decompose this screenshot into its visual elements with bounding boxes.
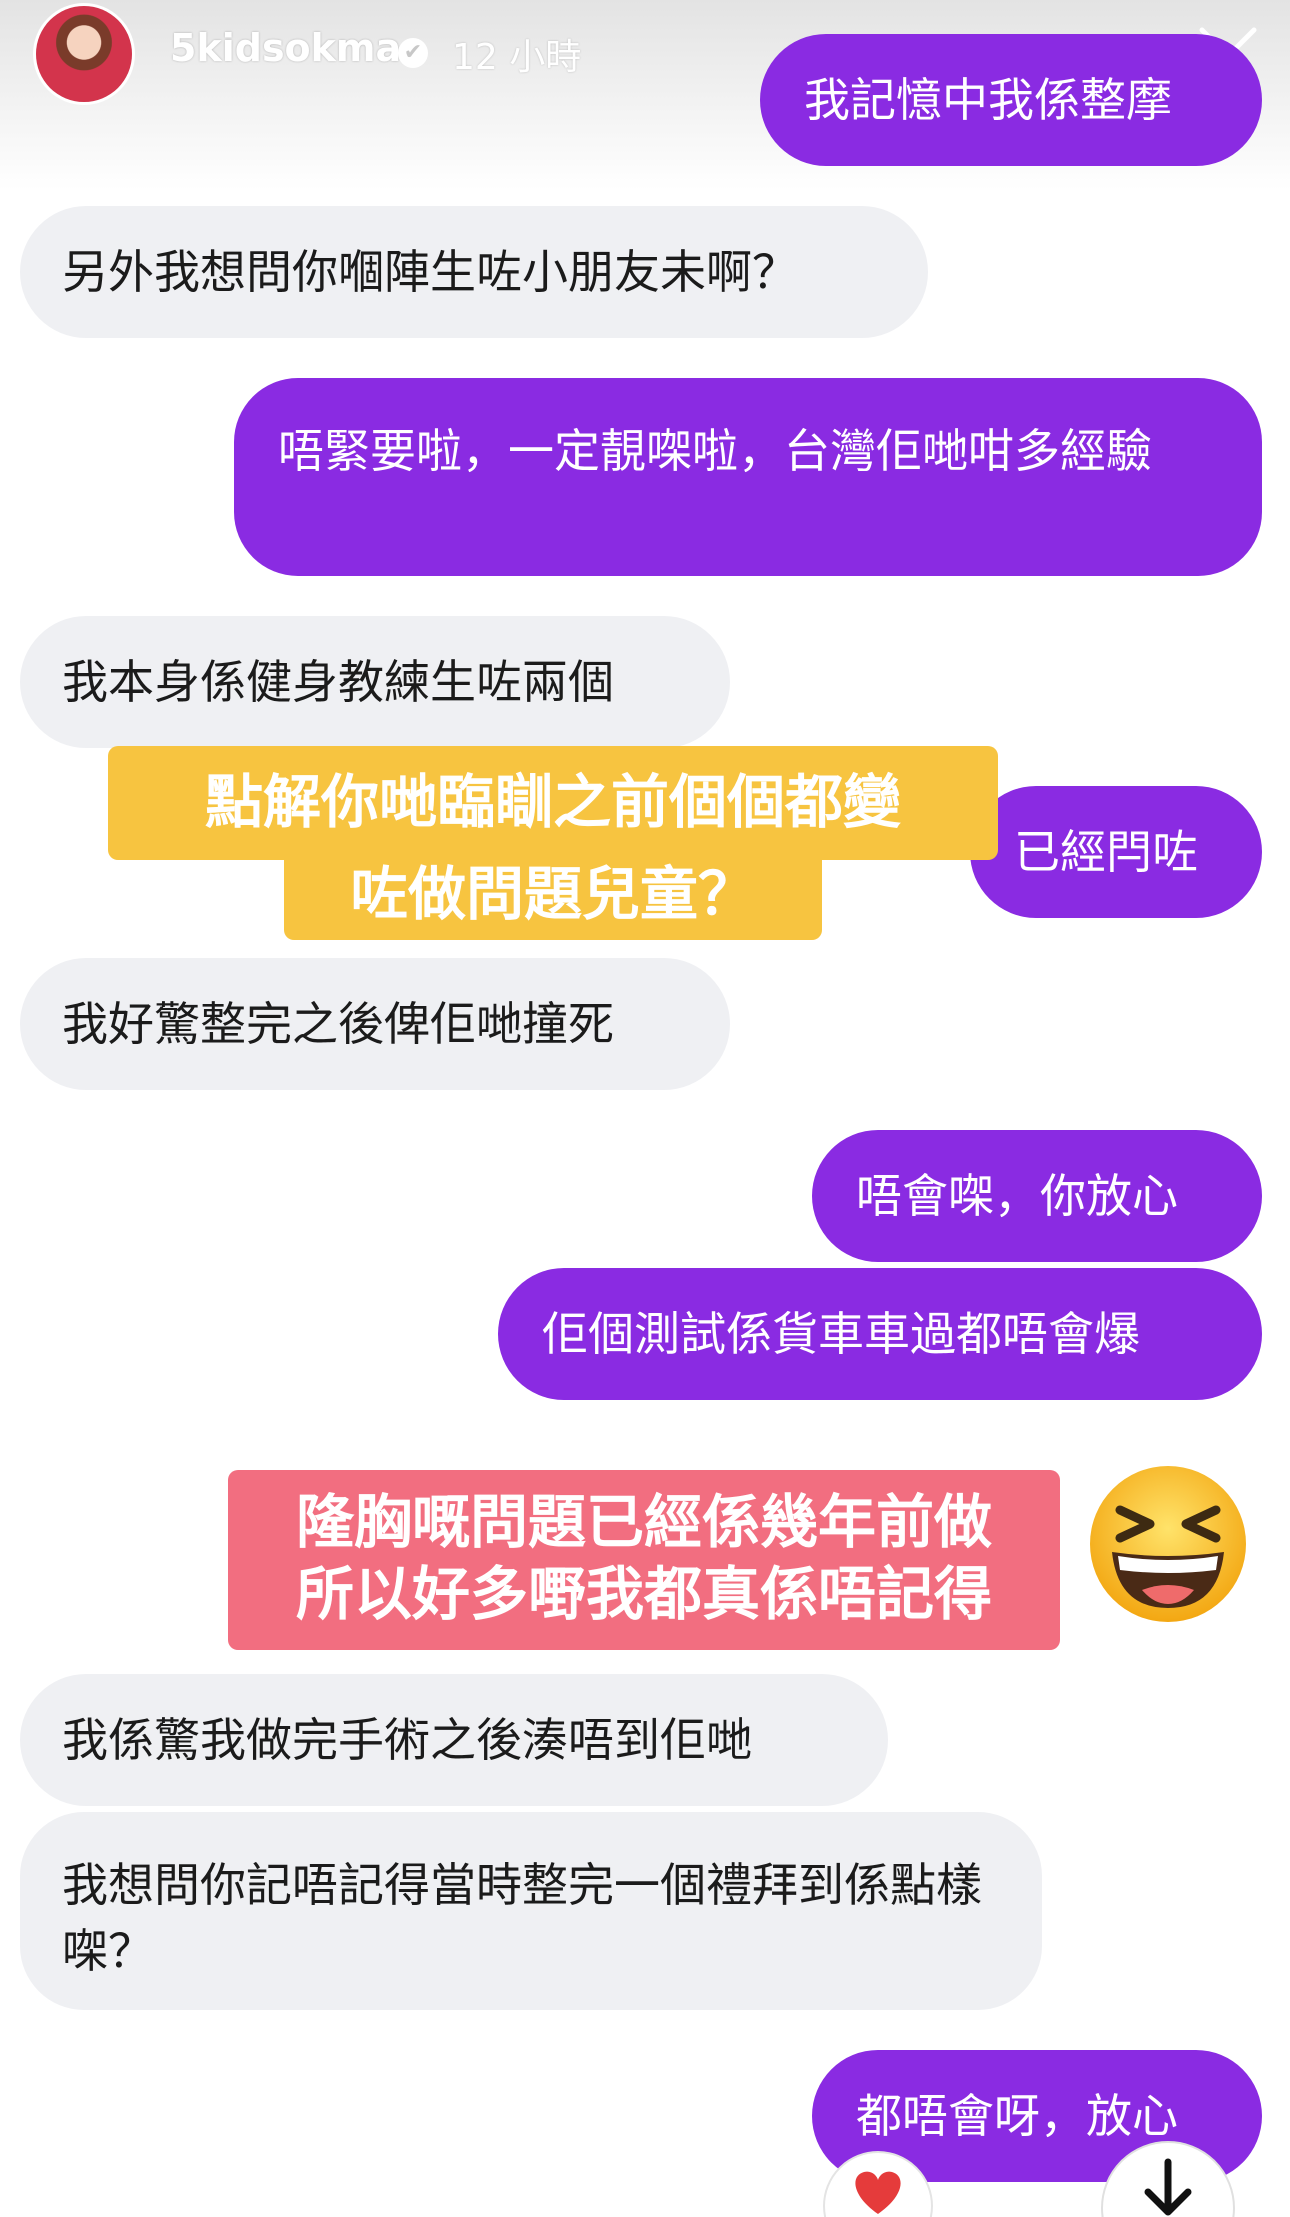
message-text: 我想問你記唔記得當時整完一個禮拜到係點樣㗎？ bbox=[62, 1858, 982, 1978]
message-text: 已經閂咗 bbox=[1014, 825, 1198, 879]
caption-sticker-yellow-line2: 咗做問題兒童？ bbox=[284, 858, 822, 940]
sticker-text-line1: 點解你哋臨瞓之前個個都變 bbox=[204, 768, 901, 836]
message-text: 我記憶中我係整摩 bbox=[804, 73, 1172, 127]
chat-bubble-outgoing: 我記憶中我係整摩 bbox=[760, 34, 1262, 166]
timestamp: 12 小時 bbox=[452, 37, 582, 78]
chat-bubble-incoming: 另外我想問你嗰陣生咗小朋友未啊？ bbox=[20, 206, 928, 338]
chat-bubble-outgoing: 已經閂咗 bbox=[970, 786, 1262, 918]
message-text: 我係驚我做完手術之後湊唔到佢哋 bbox=[62, 1713, 752, 1767]
heart-icon[interactable] bbox=[822, 2150, 934, 2217]
chat-bubble-incoming: 我係驚我做完手術之後湊唔到佢哋 bbox=[20, 1674, 888, 1806]
message-text: 佢個測試係貨車車過都唔會爆 bbox=[542, 1307, 1140, 1361]
message-text: 我好驚整完之後俾佢哋撞死 bbox=[62, 997, 614, 1051]
message-text: 唔緊要啦，一定靚㗎啦，台灣佢哋咁多經驗 bbox=[278, 424, 1152, 478]
sticker-text-line1: 隆胸嘅問題已經係幾年前做 bbox=[295, 1488, 992, 1556]
message-text: 我本身係健身教練生咗兩個 bbox=[62, 655, 614, 709]
message-text: 唔會㗎，你放心 bbox=[856, 1169, 1178, 1223]
grinning-squinting-face-icon bbox=[1090, 1466, 1246, 1622]
chat-bubble-outgoing: 佢個測試係貨車車過都唔會爆 bbox=[498, 1268, 1262, 1400]
chat-bubble-outgoing: 唔緊要啦，一定靚㗎啦，台灣佢哋咁多經驗 bbox=[234, 378, 1262, 576]
username[interactable]: 5kidsokma bbox=[170, 26, 401, 70]
avatar[interactable] bbox=[36, 6, 132, 102]
verified-badge-icon: ✔ bbox=[398, 38, 428, 68]
arrow-down-icon[interactable] bbox=[1100, 2140, 1236, 2217]
chat-bubble-incoming: 我好驚整完之後俾佢哋撞死 bbox=[20, 958, 730, 1090]
sticker-text-line2: 咗做問題兒童？ bbox=[349, 860, 756, 928]
sticker-text-line2: 所以好多嘢我都真係唔記得 bbox=[295, 1560, 992, 1628]
message-text: 另外我想問你嗰陣生咗小朋友未啊？ bbox=[62, 245, 798, 299]
chat-bubble-outgoing: 唔會㗎，你放心 bbox=[812, 1130, 1262, 1262]
caption-sticker-yellow: 點解你哋臨瞓之前個個都變 bbox=[108, 746, 998, 860]
caption-sticker-pink: 隆胸嘅問題已經係幾年前做 所以好多嘢我都真係唔記得 bbox=[228, 1470, 1060, 1650]
chat-bubble-incoming: 我想問你記唔記得當時整完一個禮拜到係點樣㗎？ bbox=[20, 1812, 1042, 2010]
chat-bubble-incoming: 我本身係健身教練生咗兩個 bbox=[20, 616, 730, 748]
